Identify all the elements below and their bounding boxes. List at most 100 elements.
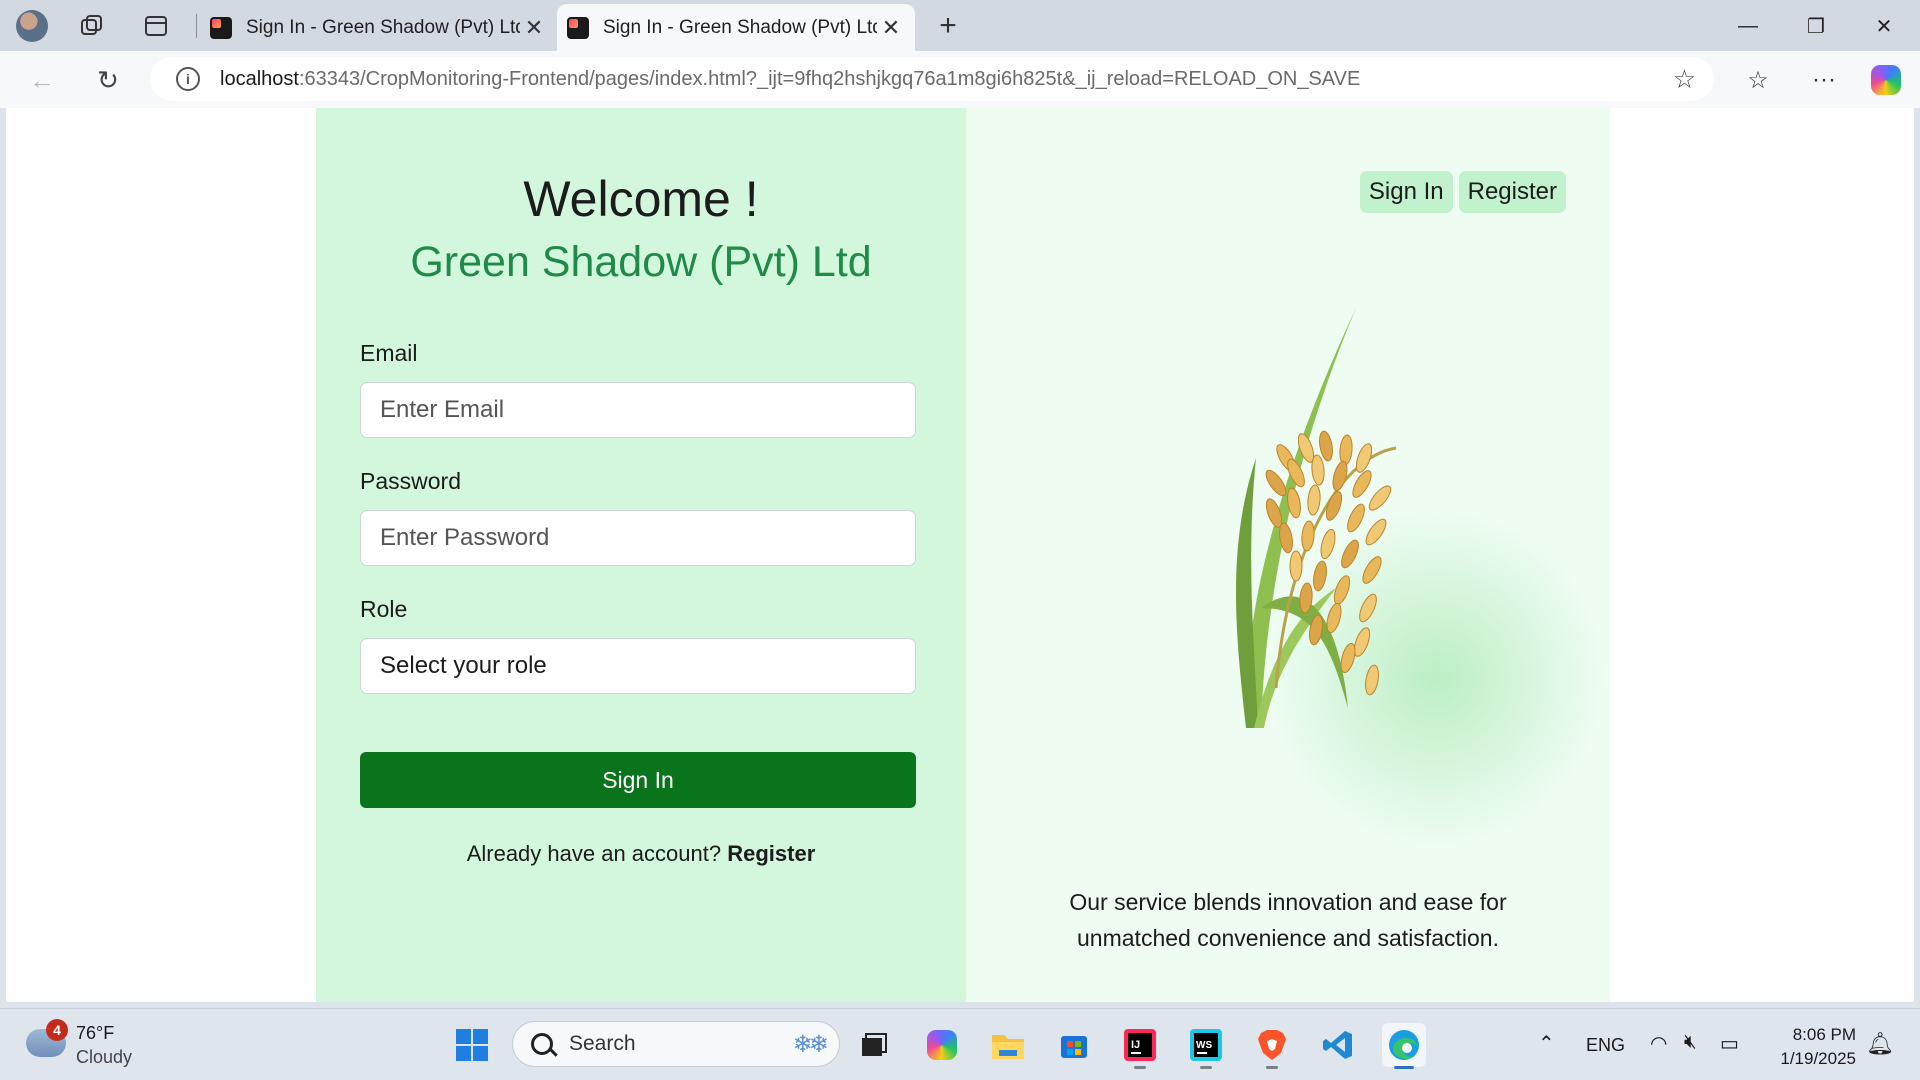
tab-title: Sign In - Green Shadow (Pvt) Ltd (246, 16, 520, 38)
info-icon[interactable]: i (176, 67, 200, 91)
email-field[interactable] (360, 382, 916, 438)
start-button[interactable] (450, 1023, 494, 1067)
tab-title: Sign In - Green Shadow (Pvt) Ltd (603, 16, 877, 38)
rice-grain (1368, 485, 1392, 511)
speaker-muted-icon[interactable]: 🔇︎ (1684, 1031, 1697, 1054)
wifi-icon[interactable]: ◠ (1650, 1031, 1667, 1056)
page-viewport: Welcome ! Green Shadow (Pvt) Ltd Email P… (6, 108, 1914, 1002)
weather-temperature: 76°F (76, 1023, 115, 1043)
more-options-icon[interactable]: ··· (1804, 61, 1844, 99)
system-clock[interactable]: 8:06 PM 1/19/2025 (1780, 1023, 1856, 1071)
url-path: :63343/CropMonitoring-Frontend/pages/ind… (298, 67, 1361, 90)
nav-register-button[interactable]: Register (1458, 171, 1566, 213)
brave-button[interactable] (1250, 1023, 1294, 1069)
url-host: localhost (220, 67, 299, 90)
intellij-favicon-icon (210, 16, 232, 39)
intellij-button[interactable]: IJ (1118, 1023, 1162, 1069)
notification-bell-icon[interactable]: 🔔︎ (1866, 1031, 1894, 1057)
restore-button[interactable]: ❐ (1788, 8, 1844, 44)
snowflake-icon: ❄❄ (792, 1030, 829, 1058)
close-window-button[interactable]: ✕ (1856, 8, 1912, 44)
password-field[interactable] (360, 510, 916, 566)
clock-date: 1/19/2025 (1780, 1049, 1856, 1068)
copilot-icon (927, 1030, 957, 1060)
chevron-up-icon[interactable]: ⌃ (1538, 1031, 1555, 1056)
windows-taskbar: 4 76°F Cloudy Search ❄❄ IJ WS ⌃ ENG ◠ 🔇︎… (0, 1008, 1920, 1080)
task-view-button[interactable] (852, 1023, 896, 1067)
new-tab-button[interactable]: + (930, 8, 966, 44)
vscode-button[interactable] (1316, 1023, 1360, 1067)
company-name: Green Shadow (Pvt) Ltd (410, 238, 872, 286)
rice-grain (1365, 664, 1379, 696)
tagline-line-2: unmatched convenience and satisfaction. (1077, 925, 1499, 951)
taskbar-search[interactable]: Search ❄❄ (512, 1021, 840, 1067)
rice-grain (1313, 560, 1327, 592)
weather-description: Cloudy (76, 1047, 133, 1067)
favorite-star-icon[interactable]: ☆ (1673, 64, 1696, 95)
weather-badge: 4 (46, 1019, 68, 1041)
file-explorer-icon (992, 1035, 1024, 1059)
hero-tagline: Our service blends innovation and ease f… (966, 884, 1610, 956)
top-nav: Sign In Register (1359, 171, 1566, 213)
signin-submit-button[interactable]: Sign In (360, 752, 916, 808)
account-prompt: Already have an account? Register (316, 841, 966, 867)
email-label: Email (360, 340, 418, 366)
store-icon (1061, 1036, 1087, 1058)
rice-grain (1311, 454, 1325, 486)
rice-grain (1347, 503, 1365, 533)
role-label: Role (360, 596, 408, 622)
address-bar[interactable]: i localhost:63343/CropMonitoring-Fronten… (150, 57, 1714, 101)
rice-grain (1340, 642, 1356, 674)
rice-grain (1332, 460, 1348, 492)
microsoft-store-button[interactable] (1052, 1023, 1096, 1067)
profile-avatar[interactable] (12, 8, 52, 44)
minimize-button[interactable]: — (1720, 8, 1776, 44)
rice-grain (1320, 528, 1336, 560)
register-link[interactable]: Register (727, 841, 815, 866)
brave-icon (1258, 1030, 1286, 1060)
copilot-taskbar-button[interactable] (920, 1023, 964, 1067)
rice-grain (1341, 539, 1359, 569)
role-selected-value: Select your role (380, 652, 547, 679)
battery-icon[interactable]: ▭ (1720, 1031, 1739, 1056)
browser-tab-bar: Sign In - Green Shadow (Pvt) Ltd ✕ Sign … (0, 0, 1920, 51)
favorites-icon[interactable]: ☆ (1738, 61, 1778, 99)
tab-signin-1[interactable]: Sign In - Green Shadow (Pvt) Ltd ✕ (200, 4, 558, 51)
webstorm-button[interactable]: WS (1184, 1023, 1228, 1069)
intellij-favicon-icon (567, 16, 589, 39)
workspaces-glyph (81, 15, 102, 35)
language-indicator[interactable]: ENG (1586, 1035, 1625, 1056)
back-button[interactable]: ← (22, 61, 62, 99)
close-icon[interactable]: ✕ (520, 15, 548, 41)
running-indicator (1134, 1066, 1146, 1069)
edge-button[interactable] (1382, 1023, 1426, 1069)
copilot-button[interactable] (1866, 61, 1906, 99)
search-icon (531, 1033, 553, 1055)
close-icon[interactable]: ✕ (877, 15, 905, 41)
vscode-icon (1323, 1031, 1352, 1059)
hero-panel: Sign In Register Our service blends inno… (966, 108, 1610, 1002)
clock-time: 8:06 PM (1792, 1025, 1856, 1044)
webstorm-icon: WS (1190, 1029, 1222, 1061)
refresh-button[interactable]: ↻ (88, 61, 128, 99)
rice-grain (1326, 602, 1342, 634)
rice-plant-illustration (1236, 308, 1397, 728)
avatar-icon (16, 10, 48, 42)
vertical-tabs-icon[interactable] (136, 8, 176, 44)
rice-grain (1265, 469, 1287, 497)
file-explorer-button[interactable] (986, 1023, 1030, 1067)
signin-submit-label: Sign In (602, 766, 674, 793)
browser-toolbar: ← ↻ i localhost:63343/CropMonitoring-Fro… (0, 51, 1920, 108)
password-label: Password (360, 468, 461, 494)
tab-signin-2[interactable]: Sign In - Green Shadow (Pvt) Ltd ✕ (557, 4, 915, 51)
rice-grain (1362, 556, 1382, 584)
signin-panel: Welcome ! Green Shadow (Pvt) Ltd Email P… (316, 108, 966, 1002)
workspaces-icon[interactable] (72, 8, 112, 44)
running-indicator (1200, 1066, 1212, 1069)
role-select[interactable]: Select your role (360, 638, 916, 694)
intellij-icon: IJ (1124, 1029, 1156, 1061)
rice-grain (1307, 484, 1321, 516)
rice-grain (1339, 434, 1353, 466)
nav-signin-button[interactable]: Sign In (1359, 171, 1453, 213)
rice-grain (1359, 593, 1377, 623)
